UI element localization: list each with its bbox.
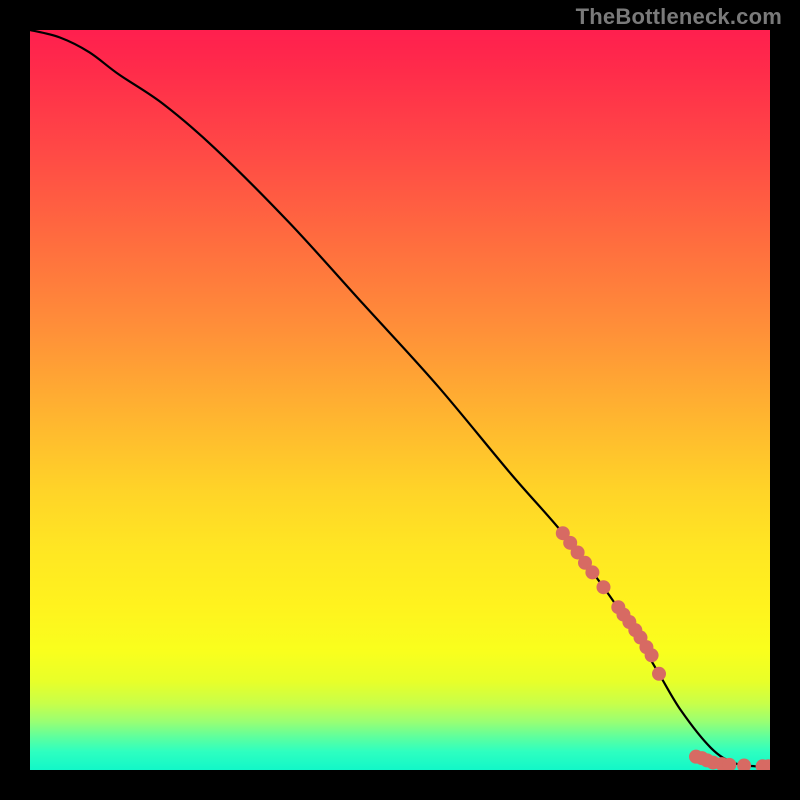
highlighted-points-group	[556, 526, 770, 770]
data-point	[585, 565, 599, 579]
data-point	[597, 580, 611, 594]
chart-frame: TheBottleneck.com	[0, 0, 800, 800]
plot-area	[30, 30, 770, 770]
chart-svg	[30, 30, 770, 770]
data-point	[652, 667, 666, 681]
data-point	[737, 759, 751, 770]
data-point	[645, 648, 659, 662]
bottleneck-curve	[30, 30, 770, 767]
watermark-text: TheBottleneck.com	[576, 4, 782, 30]
